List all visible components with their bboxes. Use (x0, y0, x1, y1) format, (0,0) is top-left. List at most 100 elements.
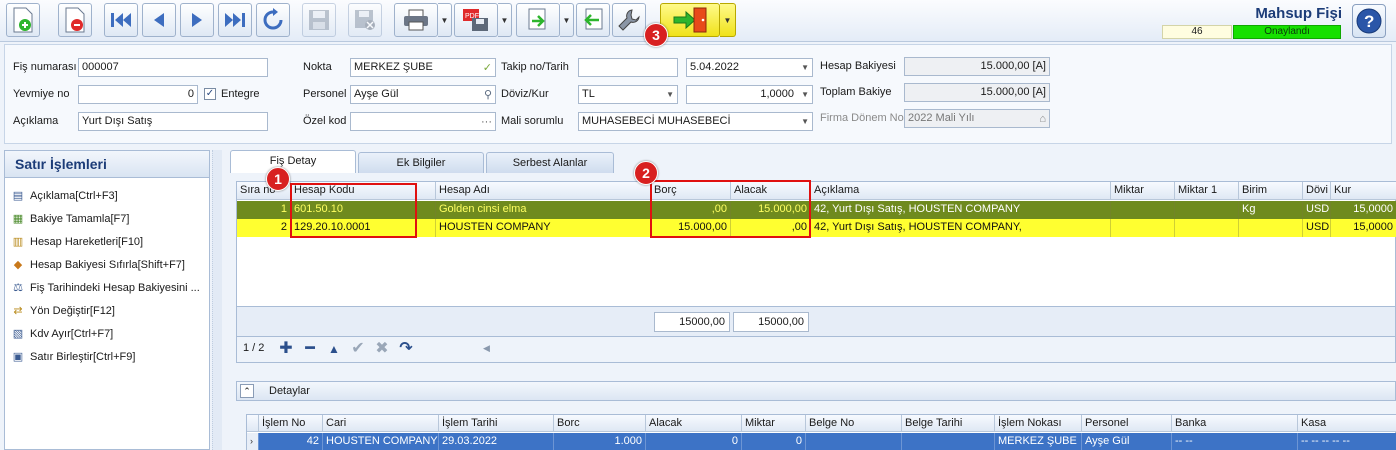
details-header[interactable]: ⌃ Detaylar (236, 381, 1396, 401)
doviz-select[interactable]: TL ▼ (578, 85, 678, 104)
ozel-kod-field[interactable]: ··· (350, 112, 496, 131)
settings-button[interactable] (612, 3, 646, 37)
det-cell-kasa[interactable]: -- -- -- -- -- (1298, 433, 1396, 450)
takip-field[interactable] (578, 58, 678, 77)
last-record-button[interactable] (218, 3, 252, 37)
cancel-edit-icon[interactable]: ✖ (371, 339, 393, 359)
cell-doviz[interactable]: USD (1303, 219, 1331, 237)
det-cell-personel[interactable]: Ayşe Gül (1082, 433, 1172, 450)
ellipsis-icon[interactable]: ··· (481, 114, 492, 130)
refresh-button[interactable] (256, 3, 290, 37)
cell-aciklama[interactable]: 42, Yurt Dışı Satış, HOUSTEN COMPANY (811, 201, 1111, 219)
yevmiye-field[interactable]: 0 (78, 85, 198, 104)
det-col-islem-no[interactable]: İşlem No (259, 415, 323, 432)
det-col-alacak[interactable]: Alacak (646, 415, 742, 432)
new-button[interactable] (6, 3, 40, 37)
det-cell-alacak[interactable]: 0 (646, 433, 742, 450)
det-col-belge-no[interactable]: Belge No (806, 415, 902, 432)
exit-button[interactable] (660, 3, 720, 37)
det-cell-belge-tarihi[interactable] (902, 433, 995, 450)
col-header-miktar-1[interactable]: Miktar 1 (1175, 182, 1239, 200)
op-fis-tarihi-bakiye[interactable]: ⚖ Fiş Tarihindeki Hesap Bakiyesini ... (5, 276, 209, 299)
det-col-banka[interactable]: Banka (1172, 415, 1298, 432)
cell-birim[interactable]: Kg (1239, 201, 1303, 219)
chevron-down-icon[interactable]: ▼ (801, 59, 809, 76)
col-header-aciklama[interactable]: Açıklama (811, 182, 1111, 200)
det-cell-islem-noktasi[interactable]: MERKEZ ŞUBE (995, 433, 1082, 450)
cell-miktar-1[interactable] (1175, 201, 1239, 219)
cell-miktar[interactable] (1111, 219, 1175, 237)
det-col-islem-tarihi[interactable]: İşlem Tarihi (439, 415, 554, 432)
cell-kur[interactable]: 15,0000 (1331, 201, 1396, 219)
fis-no-field[interactable]: 000007 (78, 58, 268, 77)
scroll-left-icon[interactable]: ◀ (483, 343, 490, 354)
print-button[interactable] (394, 3, 438, 37)
aciklama-field[interactable]: Yurt Dışı Satış (78, 112, 268, 131)
op-aciklama[interactable]: ▤ Açıklama[Ctrl+F3] (5, 184, 209, 207)
export-button[interactable] (516, 3, 560, 37)
op-hesap-hareketleri[interactable]: ▥ Hesap Hareketleri[F10] (5, 230, 209, 253)
chevron-down-icon[interactable]: ▼ (666, 86, 674, 103)
col-header-miktar[interactable]: Miktar (1111, 182, 1175, 200)
remove-row-icon[interactable]: ━ (299, 339, 321, 359)
op-yon-degistir[interactable]: ⇄ Yön Değiştir[F12] (5, 299, 209, 322)
tab-serbest-alanlar[interactable]: Serbest Alanlar (486, 152, 614, 173)
col-header-kur[interactable]: Kur (1331, 182, 1396, 200)
chevron-down-icon[interactable]: ▼ (801, 113, 809, 130)
cell-miktar[interactable] (1111, 201, 1175, 219)
det-cell-islem-tarihi[interactable]: 29.03.2022 (439, 433, 554, 450)
det-col-kasa[interactable]: Kasa (1298, 415, 1396, 432)
nokta-field[interactable]: MERKEZ ŞUBE ✓ (350, 58, 496, 77)
cell-hesap-adi[interactable]: HOUSTEN COMPANY (436, 219, 651, 237)
cell-birim[interactable] (1239, 219, 1303, 237)
det-cell-banka[interactable]: -- -- (1172, 433, 1298, 450)
next-record-button[interactable] (180, 3, 214, 37)
tab-ek-bilgiler[interactable]: Ek Bilgiler (358, 152, 484, 173)
mali-select[interactable]: MUHASEBECİ MUHASEBECİ ▼ (578, 112, 813, 131)
cell-hesap-adi[interactable]: Golden cinsi elma (436, 201, 651, 219)
cell-miktar-1[interactable] (1175, 219, 1239, 237)
det-cell-belge-no[interactable] (806, 433, 902, 450)
cancel-save-button[interactable] (348, 3, 382, 37)
delete-button[interactable] (58, 3, 92, 37)
tab-fis-detay[interactable]: Fiş Detay (230, 150, 356, 173)
save-button[interactable] (302, 3, 336, 37)
tarih-field[interactable]: 5.04.2022 ▼ (686, 58, 813, 77)
col-header-birim[interactable]: Birim (1239, 182, 1303, 200)
pdf-button[interactable]: PDF (454, 3, 498, 37)
det-col-miktar[interactable]: Miktar (742, 415, 806, 432)
person-search-icon[interactable]: ⚲ (484, 87, 492, 103)
prev-record-button[interactable] (142, 3, 176, 37)
export-dropdown[interactable]: ▼ (560, 3, 574, 37)
det-cell-miktar[interactable]: 0 (742, 433, 806, 450)
det-cell-borc[interactable]: 1.000 (554, 433, 646, 450)
kur-field[interactable]: 1,0000 ▼ (686, 85, 813, 104)
details-row[interactable]: › 42 HOUSTEN COMPANY 29.03.2022 1.000 0 … (247, 433, 1396, 450)
entegre-checkbox[interactable]: ✓ (204, 88, 216, 100)
collapse-icon[interactable]: ⌃ (240, 384, 254, 398)
col-header-hesap-adi[interactable]: Hesap Adı (436, 182, 651, 200)
op-kdv-ayir[interactable]: ▧ Kdv Ayır[Ctrl+F7] (5, 322, 209, 345)
det-col-belge-tarihi[interactable]: Belge Tarihi (902, 415, 995, 432)
cell-kur[interactable]: 15,0000 (1331, 219, 1396, 237)
add-row-icon[interactable]: ✚ (275, 339, 297, 359)
col-header-doviz[interactable]: Dövi (1303, 182, 1331, 200)
confirm-icon[interactable]: ✔ (347, 339, 369, 359)
det-col-islem-noktasi[interactable]: İşlem Nokası (995, 415, 1082, 432)
det-col-personel[interactable]: Personel (1082, 415, 1172, 432)
det-cell-islem-no[interactable]: 42 (259, 433, 323, 450)
undo-icon[interactable]: ↷ (395, 339, 417, 359)
import-button[interactable] (576, 3, 610, 37)
exit-dropdown[interactable]: ▼ (720, 3, 736, 37)
cell-aciklama[interactable]: 42, Yurt Dışı Satış, HOUSTEN COMPANY, (811, 219, 1111, 237)
det-col-borc[interactable]: Borc (554, 415, 646, 432)
move-up-icon[interactable]: ▲ (323, 339, 345, 359)
check-pick-icon[interactable]: ✓ (483, 60, 492, 76)
help-button[interactable]: ? (1352, 4, 1386, 38)
pdf-dropdown[interactable]: ▼ (498, 3, 512, 37)
op-bakiye-tamamla[interactable]: ▦ Bakiye Tamamla[F7] (5, 207, 209, 230)
op-hesap-bakiyesi-sifirla[interactable]: ◆ Hesap Bakiyesi Sıfırla[Shift+F7] (5, 253, 209, 276)
panel-splitter[interactable] (212, 150, 222, 450)
op-satir-birlestir[interactable]: ▣ Satır Birleştir[Ctrl+F9] (5, 345, 209, 368)
cell-doviz[interactable]: USD (1303, 201, 1331, 219)
